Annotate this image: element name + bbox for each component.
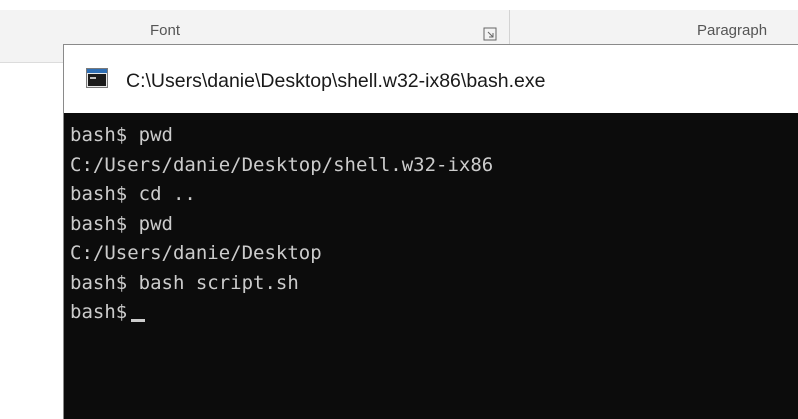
text-cursor [131, 319, 146, 322]
ribbon-group-font-label: Font [150, 22, 181, 39]
terminal-output[interactable]: bash$ pwd C:/Users/danie/Desktop/shell.w… [70, 121, 795, 328]
terminal-line: C:/Users/danie/Desktop [70, 242, 322, 264]
terminal-line: bash$ pwd [70, 124, 173, 146]
terminal-line: bash$ bash script.sh [70, 271, 299, 294]
console-app-icon [86, 68, 108, 88]
dialog-launcher-icon[interactable] [483, 27, 497, 41]
terminal-line: bash$ pwd [70, 212, 173, 235]
terminal-prompt-line[interactable]: bash$ [70, 298, 795, 328]
terminal-line: C:/Users/danie/Desktop/shell.w32-ix86 [70, 153, 494, 176]
window-titlebar[interactable]: C:\Users\danie\Desktop\shell.w32-ix86\ba… [64, 45, 798, 113]
terminal-line: bash$ cd .. [70, 183, 196, 205]
ribbon-top-strip [0, 0, 798, 10]
ribbon-group-paragraph-label: Paragraph [697, 22, 768, 39]
terminal-prompt: bash$ [70, 301, 128, 323]
console-window[interactable]: C:\Users\danie\Desktop\shell.w32-ix86\ba… [63, 44, 798, 419]
window-title: C:\Users\danie\Desktop\shell.w32-ix86\ba… [126, 70, 546, 92]
